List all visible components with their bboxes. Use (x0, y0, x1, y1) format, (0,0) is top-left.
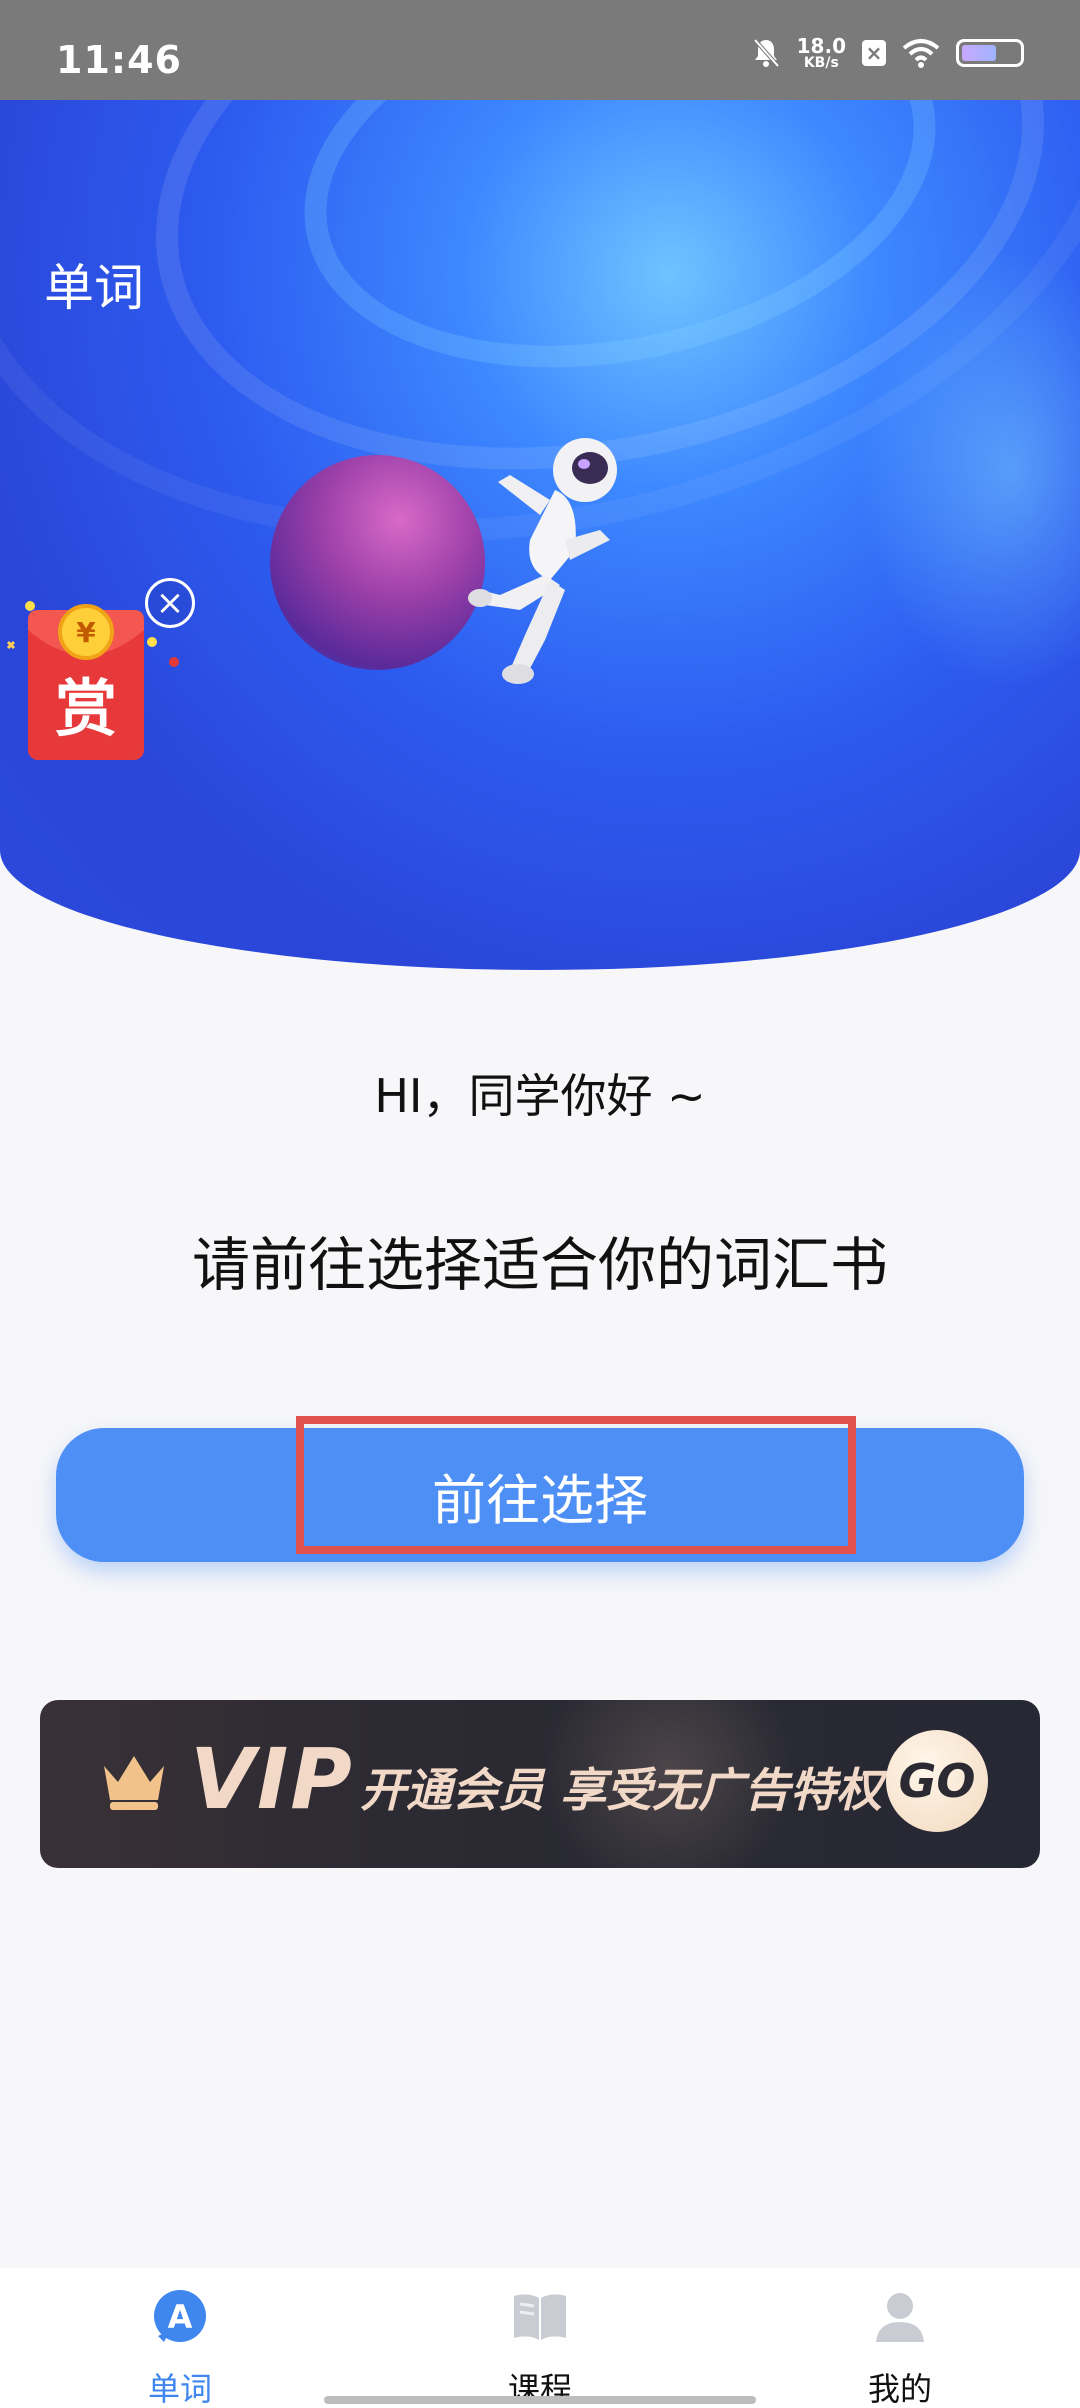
network-speed: 18.0 KB/s (797, 36, 846, 70)
tab-words[interactable]: A 单词 (80, 2286, 280, 2408)
battery-icon (956, 39, 1024, 67)
astronaut-illustration (468, 438, 617, 684)
greeting-text: HI，同学你好 ~ (374, 1069, 706, 1123)
svg-text:A: A (168, 2298, 193, 2336)
vip-banner[interactable]: VIP 开通会员 享受无广告特权 GO (40, 1700, 1040, 1868)
red-packet-coin: ¥ (76, 616, 96, 649)
status-time: 11:46 (56, 38, 182, 82)
network-speed-unit: KB/s (803, 55, 839, 71)
home-indicator[interactable] (324, 2396, 756, 2404)
go-button[interactable]: GO (886, 1730, 988, 1832)
tab-profile[interactable]: 我的 (800, 2286, 1000, 2408)
hero-banner: 单词 (0, 100, 1080, 970)
bottom-nav: A 单词 课程 我的 (0, 2268, 1080, 2408)
vip-text: 开通会员 享受无广告特权 (360, 1763, 883, 1817)
status-bar: 11:46 18.0 KB/s × (0, 0, 1080, 100)
words-icon: A (154, 2290, 206, 2342)
tab-words-label: 单词 (147, 2370, 212, 2408)
close-badge-icon: × (862, 40, 886, 66)
crown-icon (104, 1756, 164, 1810)
vip-word: VIP (190, 1730, 354, 1828)
wifi-icon (902, 39, 940, 68)
profile-icon (876, 2293, 924, 2342)
prompt-text: 请前往选择适合你的词汇书 (191, 1231, 888, 1299)
status-icons: 18.0 KB/s × (751, 36, 1024, 70)
book-icon (514, 2294, 566, 2340)
page-title: 单词 (44, 259, 144, 317)
red-packet-label: 赏 (55, 672, 117, 745)
tab-profile-label: 我的 (867, 2370, 932, 2408)
choose-wordbook-button[interactable]: 前往选择 (56, 1428, 1024, 1562)
network-speed-value: 18.0 (796, 34, 846, 58)
tab-course[interactable]: 课程 (440, 2286, 640, 2408)
choose-wordbook-label: 前往选择 (432, 1468, 648, 1532)
close-icon[interactable]: × (145, 578, 195, 628)
bell-off-icon (753, 38, 780, 68)
